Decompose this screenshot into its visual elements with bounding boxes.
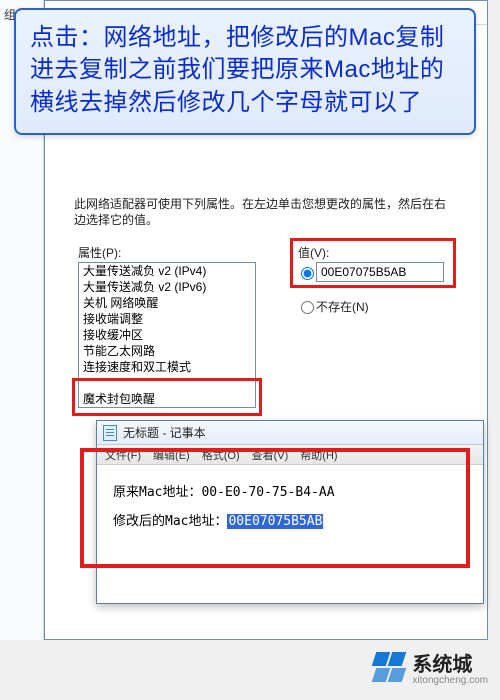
notepad-line-1: 原来Mac地址：00-E0-70-75-B4-AA [113,479,467,508]
property-item[interactable] [79,375,255,391]
property-item[interactable]: 大量传送减负 v2 (IPv6) [79,279,255,295]
watermark-logo-icon [374,652,406,682]
notepad-menubar[interactable]: 文件(F) 编辑(E) 格式(O) 查看(V) 帮助(H) [97,445,483,465]
watermark: 系统城 xitongcheng.com [374,648,488,686]
line1-label: 原来Mac地址： [113,485,201,500]
notepad-menu-item[interactable]: 编辑(E) [153,450,190,462]
watermark-sub: xitongcheng.com [412,675,488,686]
notepad-line-2: 修改后的Mac地址：00E07075B5AB [113,508,467,537]
notepad-menu-item[interactable]: 帮助(H) [300,450,337,462]
notepad-titlebar[interactable]: 无标题 - 记事本 [97,421,483,445]
notepad-body[interactable]: 原来Mac地址：00-E0-70-75-B4-AA 修改后的Mac地址：00E0… [97,465,483,603]
value-label: 值(V): [298,244,329,261]
value-input[interactable] [316,262,444,282]
not-exist-radio[interactable] [301,301,314,314]
property-item[interactable]: 网络地址 [79,407,255,408]
dialog-description: 此网络适配器可使用下列属性。在左边单击您想更改的属性，然后在右边选择它的值。 [74,196,454,228]
notepad-menu-item[interactable]: 查看(V) [252,450,289,462]
property-item[interactable]: 大量传送减负 v2 (IPv4) [79,263,255,279]
line1-value: 00-E0-70-75-B4-AA [201,485,334,500]
value-radio[interactable] [301,267,314,280]
line2-value-selected: 00E07075B5AB [227,514,323,529]
notepad-menu-item[interactable]: 文件(F) [105,450,141,462]
properties-listbox[interactable]: 大量传送减负 v2 (IPv4)大量传送减负 v2 (IPv6)关机 网络唤醒接… [78,262,256,408]
property-item[interactable]: 节能乙太网路 [79,343,255,359]
notepad-icon [103,425,117,441]
property-item[interactable]: 关机 网络唤醒 [79,295,255,311]
line2-label: 修改后的Mac地址： [113,514,227,529]
property-item[interactable]: 接收缓冲区 [79,327,255,343]
instruction-callout: 点击：网络地址，把修改后的Mac复制进去复制之前我们要把原来Mac地址的横线去掉… [14,8,476,135]
notepad-title: 无标题 - 记事本 [123,424,206,441]
properties-label: 属性(P): [78,244,121,261]
notepad-menu-item[interactable]: 格式(O) [202,450,240,462]
not-exist-label: 不存在(N) [316,298,369,315]
property-item[interactable]: 接收端调整 [79,311,255,327]
property-item[interactable]: 连接速度和双工模式 [79,359,255,375]
property-item[interactable]: 魔术封包唤醒 [79,391,255,407]
instruction-text: 点击：网络地址，把修改后的Mac复制进去复制之前我们要把原来Mac地址的横线去掉… [30,22,460,119]
watermark-brand: 系统城 [412,648,488,677]
notepad-window: 无标题 - 记事本 文件(F) 编辑(E) 格式(O) 查看(V) 帮助(H) 原来Ma… [96,420,484,604]
